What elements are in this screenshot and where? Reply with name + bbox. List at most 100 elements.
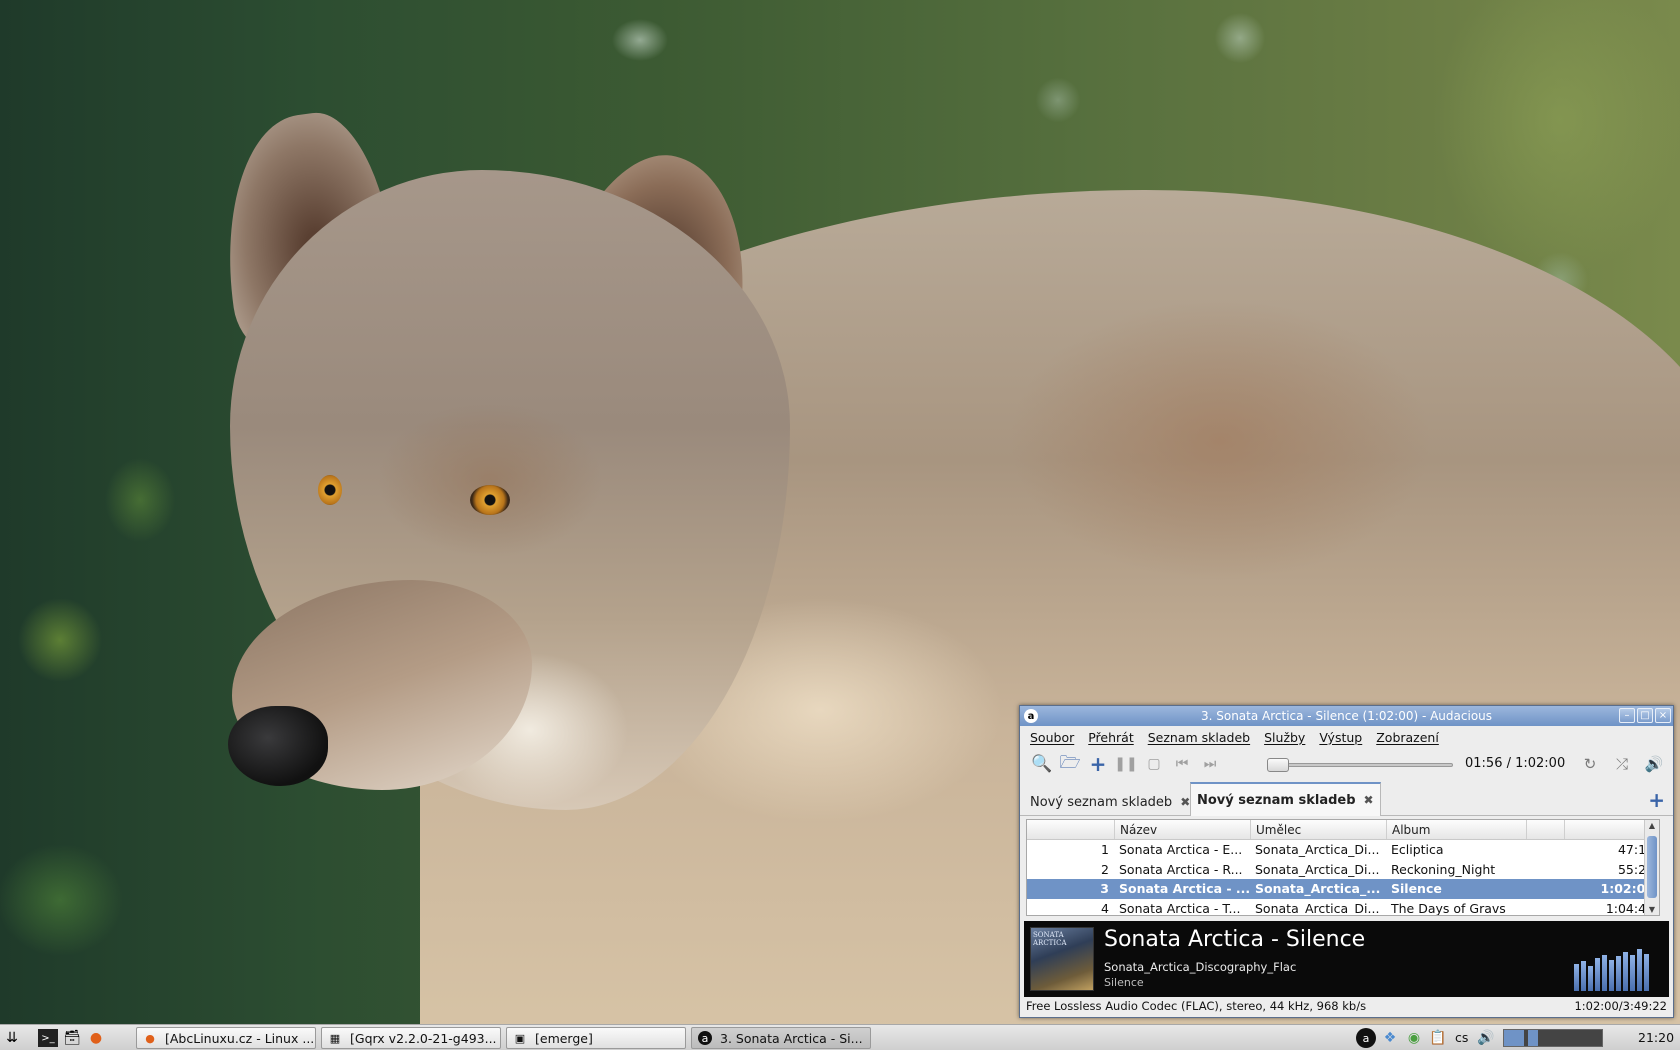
scroll-down-icon[interactable]: ▼ [1645, 905, 1659, 914]
menu-seznam-skladeb[interactable]: Seznam skladeb [1148, 730, 1250, 745]
playlist-row[interactable]: 4 Sonata Arctica - T... Sonata_Arctica_Di.… [1027, 899, 1659, 916]
maximize-button[interactable]: □ [1637, 708, 1653, 723]
pause-icon[interactable]: ❚❚ [1112, 751, 1140, 777]
update-icon[interactable]: ◉ [1404, 1028, 1424, 1048]
now-playing-album: Sonata_Arctica_Discography_Flac [1104, 960, 1297, 974]
add-playlist-icon[interactable]: + [1648, 788, 1665, 812]
tab-label: Nový seznam skladeb [1197, 792, 1356, 808]
task-gqrx[interactable]: ▦ [Gqrx v2.2.0-21-g493... [321, 1027, 501, 1049]
track-album: Reckoning_Night [1391, 861, 1496, 877]
audacious-tray-icon[interactable]: a [1356, 1028, 1376, 1048]
menu-vystup[interactable]: Výstup [1319, 730, 1362, 745]
column-duration[interactable] [1565, 820, 1645, 839]
task-browser[interactable]: ● [AbcLinuxu.cz - Linux ... [136, 1027, 316, 1049]
add-icon[interactable]: + [1084, 751, 1112, 777]
now-playing-title: Sonata Arctica - Silence [1104, 927, 1366, 952]
close-tab-icon[interactable]: ✖ [1364, 793, 1374, 807]
visualizer-bar [1574, 964, 1579, 991]
wolf-nose [228, 706, 328, 786]
scrollbar-thumb[interactable] [1647, 836, 1657, 898]
menu-soubor[interactable]: Soubor [1030, 730, 1074, 745]
scroll-up-icon[interactable]: ▲ [1645, 821, 1659, 830]
visualizer-bar [1623, 952, 1628, 991]
menu-bar: Soubor Přehrát Seznam skladeb Služby Výs… [1020, 726, 1673, 748]
repeat-icon[interactable]: ↻ [1577, 751, 1603, 777]
playlist-tabs: Nový seznam skladeb ✖ Nový seznam sklade… [1020, 780, 1673, 816]
column-title[interactable]: Název [1115, 820, 1251, 839]
close-tab-icon[interactable]: ✖ [1180, 795, 1190, 809]
now-playing-area: SONATA ARCTICA Sonata Arctica - Silence … [1024, 921, 1669, 997]
track-title: Sonata Arctica - ... [1119, 881, 1251, 897]
track-artist: Sonata_Arctica_Di... [1255, 842, 1380, 858]
toolbar: 🔍 🗁 + ❚❚ ▢ ⏮ ⏭ 01:56 / 1:02:00 ↻ ⤮ 🔊 [1020, 748, 1673, 780]
shuffle-icon[interactable]: ⤮ [1609, 751, 1635, 777]
seek-handle[interactable] [1266, 758, 1289, 772]
track-title: Sonata Arctica - E... [1119, 842, 1243, 858]
menu-prehrat[interactable]: Přehrát [1088, 730, 1134, 745]
playlist-scrollbar[interactable]: ▲ ▼ [1644, 820, 1659, 915]
network-icon[interactable]: ❖ [1380, 1028, 1400, 1048]
status-bar: Free Lossless Audio Codec (FLAC), stereo… [1026, 999, 1667, 1015]
visualizer-bar [1644, 954, 1649, 991]
previous-icon[interactable]: ⏮ [1168, 751, 1196, 777]
volume-icon[interactable]: 🔊 [1476, 1028, 1496, 1048]
keyboard-layout[interactable]: cs [1455, 1030, 1468, 1045]
track-number: 4 [1101, 900, 1109, 916]
terminal-icon: ▣ [514, 1031, 526, 1045]
track-album: Silence [1391, 881, 1442, 897]
visualizer-bar [1595, 958, 1600, 991]
visualizer-bar [1588, 966, 1593, 991]
wolf-eye-left [318, 475, 342, 505]
track-title: Sonata Arctica - T... [1119, 900, 1241, 916]
visualizer-bar [1609, 960, 1614, 991]
next-icon[interactable]: ⏭ [1196, 751, 1224, 777]
column-number[interactable] [1027, 820, 1115, 839]
playlist-row[interactable]: 2 Sonata Arctica - R... Sonata_Arctica_Di.… [1027, 860, 1659, 880]
stop-icon[interactable]: ▢ [1140, 751, 1168, 777]
menu-zobrazeni[interactable]: Zobrazení [1376, 730, 1439, 745]
task-audacious[interactable]: a 3. Sonata Arctica - Si... [691, 1027, 871, 1049]
gqrx-icon: ▦ [329, 1031, 341, 1045]
playlist-header: Název Umělec Album [1027, 820, 1659, 840]
visualizer-bar [1581, 961, 1586, 991]
column-extra[interactable] [1527, 820, 1565, 839]
track-album: The Days of Gravs [1391, 900, 1506, 916]
menu-launcher-icon[interactable]: ⇊ [2, 1028, 22, 1048]
close-button[interactable]: × [1655, 708, 1671, 723]
playlist-row[interactable]: 1 Sonata Arctica - E... Sonata_Arctica_Di.… [1027, 840, 1659, 860]
column-artist[interactable]: Umělec [1251, 820, 1387, 839]
seek-slider[interactable] [1266, 758, 1453, 772]
file-manager-icon[interactable]: 🗃 [62, 1028, 82, 1048]
track-artist: Sonata_Arctica_Di... [1255, 861, 1380, 877]
search-icon[interactable]: 🔍 [1028, 751, 1056, 777]
column-album[interactable]: Album [1387, 820, 1527, 839]
menu-sluzby[interactable]: Služby [1264, 730, 1305, 745]
playlist-row[interactable]: 3 Sonata Arctica - ... Sonata_Arctica_... S… [1027, 879, 1659, 899]
task-label: [AbcLinuxu.cz - Linux ... [165, 1030, 315, 1046]
window-title: 3. Sonata Arctica - Silence (1:02:00) - … [1200, 709, 1493, 723]
track-album: Ecliptica [1391, 842, 1444, 858]
firefox-icon[interactable]: ● [86, 1028, 106, 1048]
audacious-icon: a [698, 1031, 712, 1045]
task-emerge[interactable]: ▣ [emerge] [506, 1027, 686, 1049]
track-artist: Sonata_Arctica_... [1255, 881, 1381, 897]
tab-playlist-1[interactable]: Nový seznam skladeb ✖ [1024, 788, 1196, 816]
track-number: 2 [1101, 861, 1109, 877]
track-number: 3 [1100, 881, 1109, 897]
album-art-logo: SONATA ARCTICA [1033, 931, 1067, 947]
now-playing-subtitle: Silence [1104, 976, 1144, 989]
visualizer-bar [1616, 956, 1621, 991]
clipboard-icon[interactable]: 📋 [1428, 1028, 1448, 1048]
clock[interactable]: 21:20 [1638, 1030, 1674, 1045]
audacious-icon[interactable]: a [1024, 709, 1038, 723]
minimize-button[interactable]: – [1619, 708, 1635, 723]
tab-playlist-2[interactable]: Nový seznam skladeb ✖ [1190, 782, 1381, 816]
wolf-eye-right [470, 485, 510, 515]
title-bar[interactable]: a 3. Sonata Arctica - Silence (1:02:00) … [1020, 706, 1673, 726]
cpu-monitor [1503, 1029, 1603, 1047]
terminal-icon[interactable]: >_ [38, 1029, 58, 1047]
time-display: 01:56 / 1:02:00 [1465, 756, 1566, 771]
open-folder-icon[interactable]: 🗁 [1056, 751, 1084, 777]
track-number: 1 [1101, 842, 1109, 858]
volume-icon[interactable]: 🔊 [1641, 751, 1667, 777]
